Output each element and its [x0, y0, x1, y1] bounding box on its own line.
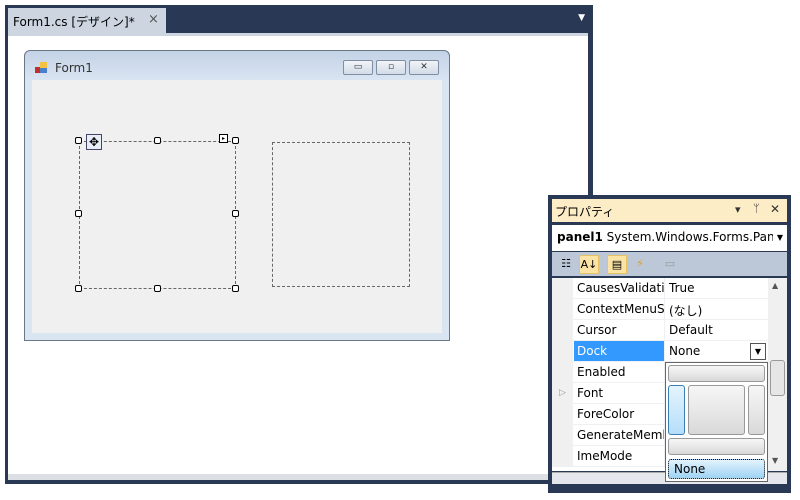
categorized-icon[interactable]: ☷ [556, 255, 576, 274]
row-margin [552, 320, 573, 341]
dock-none-button[interactable]: None [668, 459, 765, 479]
dock-left-button[interactable] [668, 385, 685, 435]
resize-handle[interactable] [75, 137, 82, 144]
scroll-thumb[interactable] [770, 360, 785, 396]
close-icon[interactable]: ✕ [770, 202, 780, 216]
property-name: CausesValidation [574, 278, 665, 298]
property-row[interactable]: ContextMenuStrip(なし) [552, 299, 768, 320]
object-name: panel1 [557, 230, 603, 244]
panel1-selected[interactable] [79, 141, 236, 289]
resize-handle[interactable] [154, 285, 161, 292]
property-name: Cursor [574, 320, 665, 340]
minimize-button[interactable]: ▭ [343, 60, 373, 75]
designer-tray [8, 474, 588, 480]
row-margin [552, 362, 573, 383]
property-name: ImeMode [574, 446, 665, 466]
dock-right-button[interactable] [748, 385, 765, 435]
property-row-dock-selected[interactable]: Dock None ▼ [552, 341, 768, 362]
panel2[interactable] [272, 142, 410, 287]
property-row[interactable]: Cursor Default [552, 320, 768, 341]
property-name: ContextMenuStrip [574, 299, 665, 319]
properties-title: プロパティ [555, 205, 615, 219]
dropdown-arrow-icon[interactable]: ▼ [750, 343, 766, 360]
property-name: Enabled [574, 362, 665, 382]
maximize-button[interactable]: ▫ [376, 60, 406, 75]
close-tab-icon[interactable]: × [148, 12, 159, 27]
scroll-down-icon[interactable]: ▼ [772, 456, 778, 465]
pin-icon[interactable]: ᛘ [753, 202, 760, 215]
vertical-scrollbar[interactable]: ▲ ▼ [768, 278, 787, 471]
row-margin [552, 299, 573, 320]
object-selector[interactable]: panel1 System.Windows.Forms.Panel ▼ [552, 225, 787, 251]
chevron-down-icon[interactable]: ▼ [773, 225, 787, 251]
dock-top-button[interactable] [668, 365, 765, 382]
form-title: Form1 [55, 61, 93, 75]
scroll-up-icon[interactable]: ▲ [772, 281, 778, 290]
object-type: System.Windows.Forms.Panel [606, 230, 786, 244]
property-value[interactable]: Default [666, 320, 768, 340]
properties-title-bar: プロパティ ▾ ᛘ ✕ [552, 199, 787, 222]
property-value[interactable]: True [666, 278, 768, 298]
resize-handle[interactable] [154, 137, 161, 144]
property-value[interactable]: (なし) [666, 299, 768, 319]
tab-menu-chevron-icon[interactable]: ▼ [578, 13, 585, 23]
dock-fill-button[interactable] [688, 385, 745, 435]
sort-alphabetical-icon[interactable]: A↓ [579, 255, 599, 274]
resize-handle[interactable] [232, 285, 239, 292]
tab-label: Form1.cs [デザイン]* [13, 15, 135, 29]
row-margin [552, 404, 573, 425]
window-position-icon[interactable]: ▾ [735, 203, 741, 216]
row-margin [552, 446, 573, 467]
events-lightning-icon[interactable]: ⚡ [630, 255, 650, 274]
property-pages-icon[interactable]: ▭ [660, 255, 680, 274]
move-glyph-icon[interactable]: ✥ [86, 134, 102, 150]
row-margin [552, 425, 573, 446]
resize-handle[interactable] [232, 137, 239, 144]
dock-bottom-button[interactable] [668, 438, 765, 455]
expand-icon[interactable]: ▷ [552, 383, 573, 404]
property-name: Font [574, 383, 665, 403]
row-margin [552, 278, 573, 299]
properties-toolbar: ☷ A↓ ▤ ⚡ ▭ [552, 252, 787, 276]
property-name: Dock [574, 341, 665, 361]
resize-handle[interactable] [75, 210, 82, 217]
resize-handle[interactable] [75, 285, 82, 292]
dock-picker-dropdown: None [665, 362, 768, 482]
property-name: ForeColor [574, 404, 665, 424]
properties-list-icon[interactable]: ▤ [607, 255, 627, 274]
property-name: GenerateMember [574, 425, 665, 445]
row-margin [552, 341, 573, 362]
form-icon [35, 62, 47, 73]
tab-form1-design[interactable]: Form1.cs [デザイン]* × [8, 8, 166, 33]
smart-tag-icon[interactable]: ▸ [219, 134, 228, 143]
property-row[interactable]: CausesValidationTrue [552, 278, 768, 299]
resize-handle[interactable] [232, 210, 239, 217]
close-button[interactable]: ✕ [409, 60, 439, 75]
